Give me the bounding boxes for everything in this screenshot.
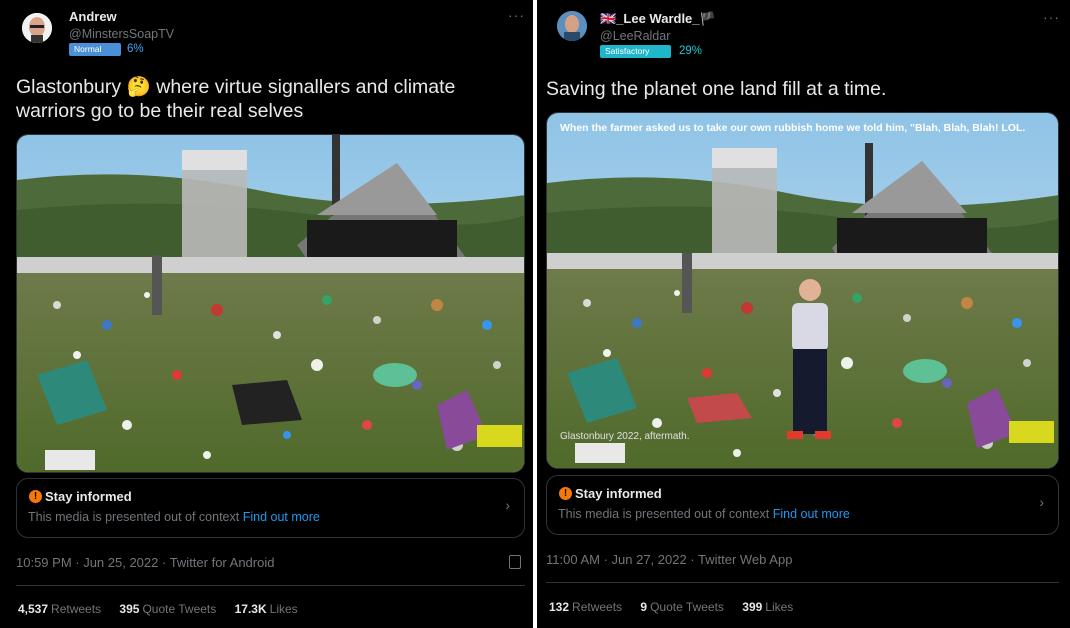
notice-text: This media is presented out of context F… bbox=[28, 510, 320, 524]
tweet-media[interactable]: When the farmer asked us to take our own… bbox=[546, 112, 1059, 469]
retweets-stat[interactable]: 132 Retweets bbox=[549, 600, 622, 614]
divider bbox=[546, 582, 1059, 583]
more-icon[interactable]: ··· bbox=[508, 7, 525, 23]
retweet-label: Retweets bbox=[51, 602, 102, 616]
quote-count: 395 bbox=[119, 602, 140, 616]
quotes-stat[interactable]: 9 Quote Tweets bbox=[640, 600, 724, 614]
notice-title: Stay informed bbox=[45, 489, 132, 504]
notice-text: This media is presented out of context F… bbox=[558, 507, 850, 521]
warning-icon: ! bbox=[559, 487, 572, 500]
festival-field-photo bbox=[547, 113, 1058, 468]
tweet-stats: 132 Retweets 9 Quote Tweets 399 Likes bbox=[549, 600, 808, 614]
tweet-right: 🇬🇧_Lee Wardle_🏴 @LeeRaldar Satisfactory … bbox=[537, 0, 1070, 628]
avatar[interactable] bbox=[22, 13, 52, 43]
warning-icon: ! bbox=[29, 490, 42, 503]
chevron-right-icon[interactable]: › bbox=[505, 497, 510, 513]
retweet-count: 132 bbox=[549, 600, 570, 614]
quote-count: 9 bbox=[640, 600, 648, 614]
context-notice[interactable]: ! Stay informed This media is presented … bbox=[546, 475, 1059, 535]
notice-title: Stay informed bbox=[575, 486, 662, 501]
status-badge: Normal bbox=[69, 43, 121, 56]
avatar-image bbox=[557, 11, 587, 41]
badge-percent: 29% bbox=[679, 45, 703, 57]
chevron-right-icon[interactable]: › bbox=[1039, 494, 1044, 510]
context-notice[interactable]: ! Stay informed This media is presented … bbox=[16, 478, 525, 538]
tweet-text: Saving the planet one land fill at a tim… bbox=[546, 78, 887, 100]
card-icon[interactable] bbox=[509, 555, 521, 569]
like-count: 399 bbox=[742, 600, 763, 614]
tweet-timestamp[interactable]: 10:59 PM · Jun 25, 2022 · Twitter for An… bbox=[16, 555, 274, 570]
status-badge: Satisfactory bbox=[600, 45, 671, 58]
divider bbox=[16, 585, 525, 586]
image-caption-bottom: Glastonbury 2022, aftermath. bbox=[560, 431, 690, 442]
quote-label: Quote Tweets bbox=[650, 600, 724, 614]
avatar[interactable] bbox=[557, 11, 587, 41]
find-out-more-link[interactable]: Find out more bbox=[773, 507, 850, 521]
more-icon[interactable]: ··· bbox=[1043, 9, 1060, 25]
quotes-stat[interactable]: 395 Quote Tweets bbox=[119, 602, 216, 616]
avatar-image bbox=[22, 13, 52, 43]
author-handle[interactable]: @MinstersSoapTV bbox=[69, 27, 174, 41]
tweet-left: Andrew @MinstersSoapTV Normal 6% ··· Gla… bbox=[0, 0, 533, 628]
likes-stat[interactable]: 17.3K Likes bbox=[235, 602, 298, 616]
author-name[interactable]: 🇬🇧_Lee Wardle_🏴 bbox=[600, 11, 716, 27]
tweet-text: Glastonbury 🤔 where virtue signallers an… bbox=[16, 76, 456, 122]
like-count: 17.3K bbox=[234, 602, 267, 616]
image-caption-top: When the farmer asked us to take our own… bbox=[560, 122, 1026, 134]
find-out-more-link[interactable]: Find out more bbox=[243, 510, 320, 524]
retweets-stat[interactable]: 4,537 Retweets bbox=[18, 602, 101, 616]
like-label: Likes bbox=[269, 602, 298, 616]
retweet-count: 4,537 bbox=[18, 602, 49, 616]
retweet-label: Retweets bbox=[572, 600, 623, 614]
quote-label: Quote Tweets bbox=[142, 602, 217, 616]
likes-stat[interactable]: 399 Likes bbox=[742, 600, 793, 614]
tweet-stats: 4,537 Retweets 395 Quote Tweets 17.3K Likes bbox=[18, 602, 313, 616]
tweet-timestamp[interactable]: 11:00 AM · Jun 27, 2022 · Twitter Web Ap… bbox=[546, 552, 792, 567]
badge-percent: 6% bbox=[127, 43, 144, 55]
like-label: Likes bbox=[765, 600, 794, 614]
notice-description: This media is presented out of context bbox=[28, 510, 240, 524]
author-handle[interactable]: @LeeRaldar bbox=[600, 29, 670, 43]
tweet-media[interactable] bbox=[16, 134, 525, 473]
author-name[interactable]: Andrew bbox=[69, 9, 117, 24]
festival-field-photo bbox=[17, 135, 524, 472]
notice-description: This media is presented out of context bbox=[558, 507, 770, 521]
